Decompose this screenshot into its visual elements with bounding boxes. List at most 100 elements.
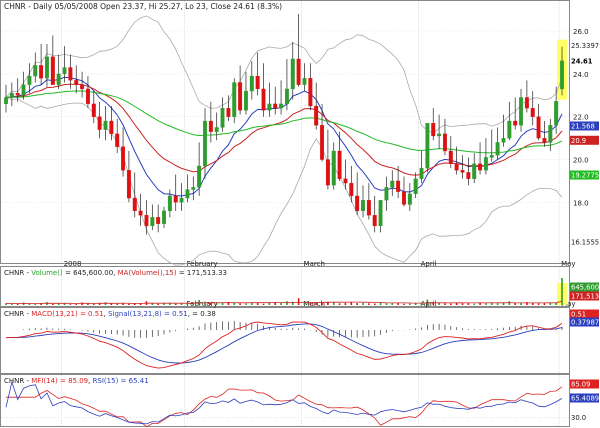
candle-up bbox=[267, 103, 272, 111]
price-tick-label: 26.0 bbox=[573, 28, 589, 36]
volume-bar bbox=[338, 303, 341, 305]
price-value-label: 25.3397 bbox=[571, 42, 599, 50]
volume-bar bbox=[315, 303, 317, 305]
volume-bar bbox=[163, 303, 165, 305]
rsi-value-label: 30.0 bbox=[571, 414, 586, 422]
volume-bar bbox=[490, 302, 493, 305]
volume-bar bbox=[116, 303, 118, 305]
volume-bar bbox=[368, 303, 370, 305]
candle-down bbox=[349, 182, 354, 197]
volume-bar bbox=[256, 303, 259, 305]
volume-value-label: 171,513 bbox=[571, 293, 599, 301]
candle-down bbox=[121, 146, 126, 171]
volume-bar bbox=[373, 303, 376, 305]
candle-up bbox=[45, 56, 49, 79]
candle-down bbox=[314, 105, 319, 126]
volume-bar bbox=[81, 302, 83, 305]
candle-down bbox=[325, 159, 330, 186]
candle-up bbox=[56, 73, 61, 85]
candle-up bbox=[9, 93, 14, 98]
price-panel-frame bbox=[0, 0, 570, 264]
candle-down bbox=[109, 120, 114, 135]
candle-up bbox=[27, 75, 32, 85]
candle-up bbox=[21, 84, 26, 96]
candle-up bbox=[249, 75, 254, 92]
candle-up bbox=[150, 217, 155, 227]
price-value-label: 24.61 bbox=[571, 57, 593, 65]
volume-bar bbox=[180, 303, 183, 305]
candle-down bbox=[144, 215, 149, 227]
price-value-label: 20.9 bbox=[571, 137, 586, 145]
candle-down bbox=[542, 137, 547, 143]
candle-down bbox=[261, 88, 266, 111]
candle-up bbox=[290, 58, 295, 90]
candle-up bbox=[560, 60, 564, 90]
candle-up bbox=[384, 187, 389, 201]
price-tick-label: 20.0 bbox=[573, 157, 589, 165]
candle-up bbox=[489, 155, 494, 158]
candle-down bbox=[524, 97, 529, 109]
candle-up bbox=[361, 200, 365, 212]
candle-down bbox=[115, 133, 120, 147]
candle-down bbox=[431, 123, 436, 137]
candle-up bbox=[162, 210, 166, 224]
volume-bar bbox=[444, 303, 446, 305]
candle-up bbox=[413, 178, 418, 194]
volume-bar bbox=[87, 303, 89, 305]
volume-bar bbox=[262, 303, 265, 305]
volume-month-label: April bbox=[421, 300, 437, 308]
candle-up bbox=[179, 197, 184, 203]
candle-down bbox=[366, 200, 371, 216]
candle-down bbox=[226, 108, 231, 117]
candle-down bbox=[513, 120, 518, 126]
x-axis-month-label: April bbox=[421, 260, 437, 268]
volume-bar bbox=[385, 303, 388, 305]
candle-down bbox=[85, 88, 90, 105]
volume-bar bbox=[128, 303, 130, 305]
candle-up bbox=[4, 97, 8, 105]
price-tick-label: 22.0 bbox=[573, 114, 589, 122]
price-value-label: 21.568 bbox=[571, 122, 595, 130]
candle-up bbox=[103, 120, 108, 130]
candle-up bbox=[507, 120, 512, 139]
candle-down bbox=[74, 80, 79, 85]
candle-down bbox=[173, 195, 178, 203]
volume-bar bbox=[92, 303, 95, 305]
candle-up bbox=[501, 137, 506, 143]
x-axis-month-label: May bbox=[561, 260, 575, 268]
volume-bar bbox=[473, 303, 476, 305]
volume-bar bbox=[11, 303, 13, 305]
candle-down bbox=[396, 180, 401, 192]
candle-down bbox=[454, 163, 459, 171]
candle-up bbox=[519, 97, 523, 126]
volume-value-label: 645,600 bbox=[571, 284, 599, 292]
candle-down bbox=[138, 210, 143, 216]
x-axis-month-label: 2008 bbox=[64, 260, 82, 268]
price-tick-label: 24.0 bbox=[573, 71, 589, 79]
candle-up bbox=[284, 88, 289, 105]
volume-bar bbox=[350, 302, 353, 305]
macd-value-label: 0.51 bbox=[571, 311, 586, 319]
volume-bar bbox=[426, 299, 429, 305]
macd-value-label: 0.379875 bbox=[571, 319, 600, 327]
volume-bar bbox=[204, 301, 206, 305]
volume-legend: CHNR - Volume() = 645,600.00, MA(Volume(… bbox=[4, 269, 227, 277]
candle-up bbox=[191, 187, 196, 190]
candle-down bbox=[68, 67, 73, 81]
macd-legend: CHNR - MACD(13,21) = 0.51, Signal(13,21,… bbox=[4, 310, 216, 318]
candle-up bbox=[214, 127, 219, 132]
candle-down bbox=[50, 56, 55, 85]
candle-down bbox=[238, 82, 243, 111]
volume-bar bbox=[28, 303, 31, 305]
volume-bar bbox=[291, 301, 294, 305]
volume-bar bbox=[520, 303, 522, 305]
candle-down bbox=[126, 170, 131, 199]
volume-bar bbox=[245, 303, 247, 305]
candle-up bbox=[197, 165, 202, 188]
candle-down bbox=[80, 84, 85, 90]
candle-down bbox=[460, 170, 465, 173]
candle-down bbox=[132, 197, 137, 212]
volume-bar bbox=[450, 303, 452, 305]
candle-up bbox=[472, 163, 477, 179]
candle-up bbox=[220, 108, 225, 128]
